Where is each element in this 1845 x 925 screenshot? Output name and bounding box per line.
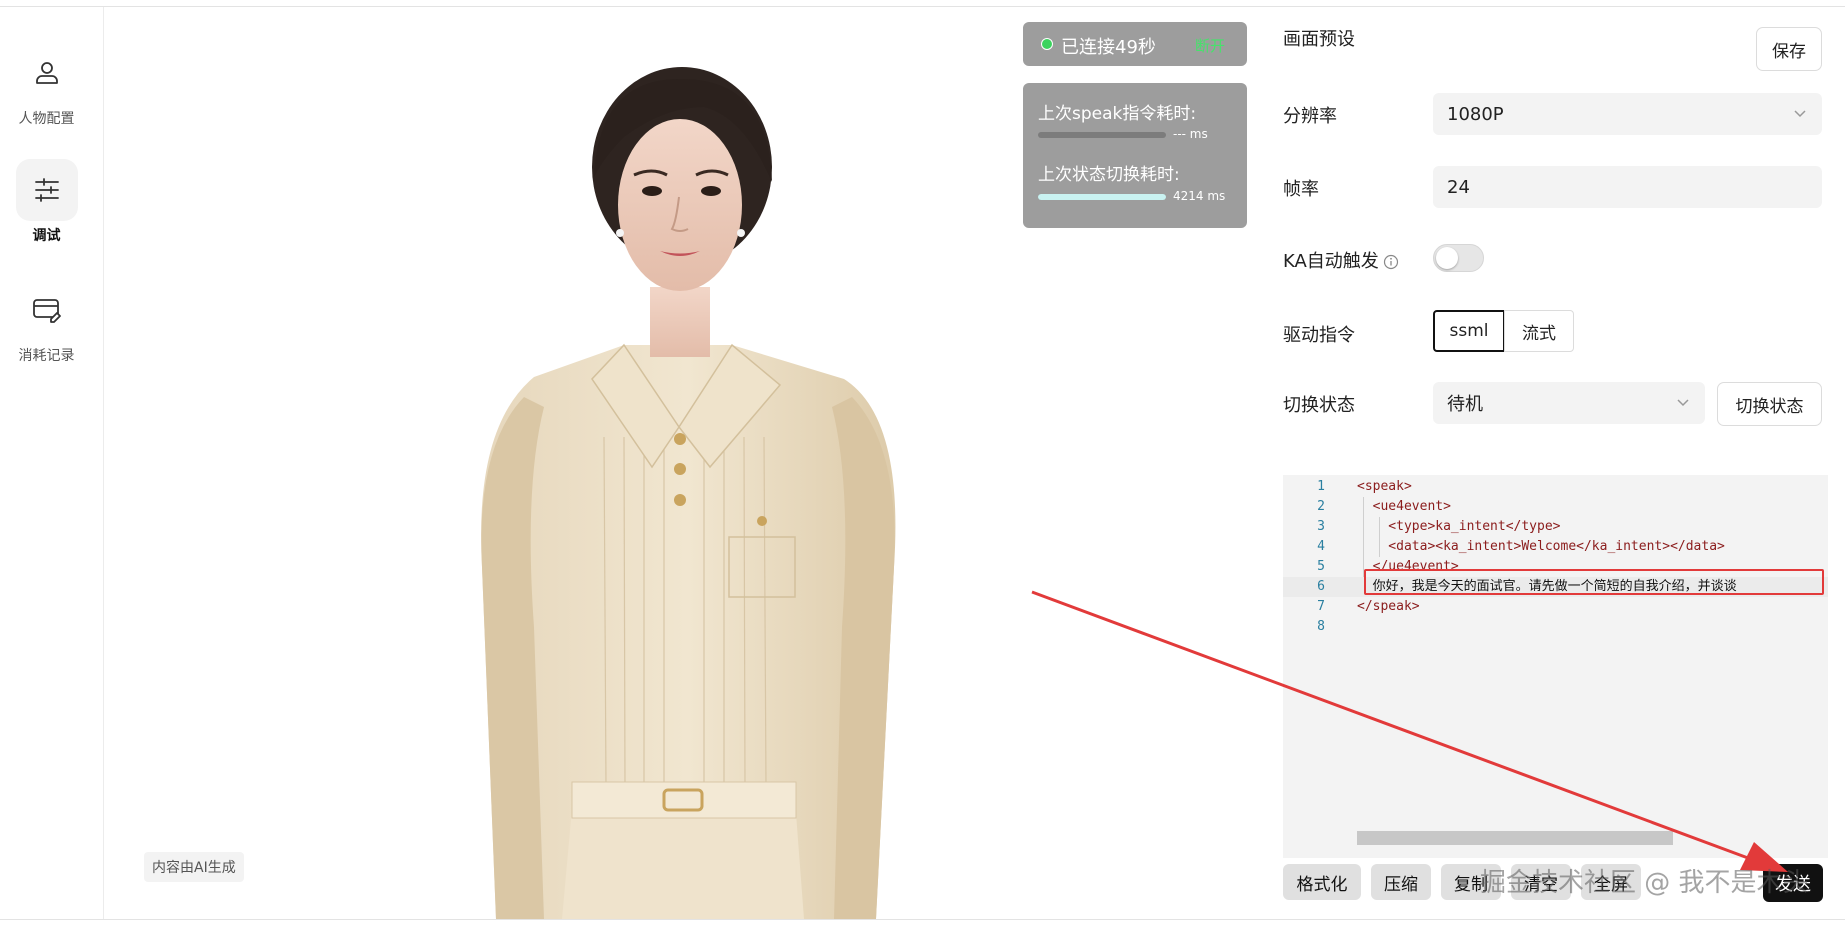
ssml-code-editor[interactable]: 1 <speak> 2 <ue4event> 3 <type>ka_intent<… (1283, 475, 1828, 858)
bottom-divider (0, 919, 1845, 920)
format-button[interactable]: 格式化 (1283, 864, 1361, 900)
state-value: 待机 (1447, 394, 1483, 415)
sidebar-item-label: 消耗记录 (18, 348, 75, 364)
settings-panel: 画面预设 保存 分辨率 1080P 帧率 24 KA自动触发 驱动指令 ssml… (1283, 7, 1828, 919)
ka-auto-trigger-toggle[interactable] (1433, 244, 1484, 272)
sidebar-item-usage-records[interactable]: 消耗记录 (0, 279, 93, 365)
code-line: 2 <ue4event> (1283, 497, 1828, 517)
resolution-label: 分辨率 (1283, 106, 1337, 127)
compress-button[interactable]: 压缩 (1371, 864, 1431, 900)
code-line: 7 </speak> (1317, 599, 1420, 614)
connection-status-card: 已连接49秒 断开 (1023, 22, 1247, 66)
code-line: 8 (1317, 619, 1325, 634)
save-button[interactable]: 保存 (1756, 27, 1822, 71)
code-line: 3 <type>ka_intent</type> (1283, 517, 1828, 537)
highlight-annotation-box (1364, 569, 1824, 595)
sidebar: 人物配置 调试 消耗记录 (0, 7, 104, 919)
switch-state-label: 切换状态 (1283, 395, 1355, 416)
drive-option-stream[interactable]: 流式 (1504, 310, 1574, 352)
card-edit-icon (16, 279, 78, 341)
watermark-text: 掘金技术社区 @ 我不是木头 (1480, 868, 1809, 898)
ai-generated-tag: 内容由AI生成 (144, 852, 244, 882)
resolution-value: 1080P (1447, 103, 1504, 125)
latency-metrics-card: 上次speak指令耗时: --- ms 上次状态切换耗时: 4214 ms (1023, 83, 1247, 228)
info-icon[interactable] (1383, 254, 1399, 270)
code-line: 1 <speak> (1317, 479, 1412, 494)
drive-command-label: 驱动指令 (1283, 325, 1355, 346)
switch-latency-bar (1038, 194, 1166, 200)
sidebar-item-character-config[interactable]: 人物配置 (0, 42, 93, 128)
code-line: 4 <data><ka_intent>Welcome</ka_intent></… (1283, 537, 1828, 557)
speak-latency-value: --- ms (1173, 127, 1208, 141)
framerate-input[interactable]: 24 (1433, 166, 1822, 208)
sidebar-item-label: 调试 (32, 228, 61, 244)
connection-status-text: 已连接49秒 (1061, 37, 1156, 58)
speak-latency-bar (1038, 132, 1166, 138)
sliders-icon (15, 159, 78, 221)
user-icon (16, 42, 78, 104)
disconnect-button[interactable]: 断开 (1195, 35, 1225, 56)
sidebar-item-debug[interactable]: 调试 (0, 159, 93, 245)
drive-option-ssml[interactable]: ssml (1433, 310, 1505, 352)
state-select[interactable]: 待机 (1433, 382, 1705, 424)
switch-latency-value: 4214 ms (1173, 189, 1226, 203)
connected-indicator-icon (1041, 38, 1053, 50)
speak-latency-label: 上次speak指令耗时: (1038, 104, 1197, 124)
chevron-down-icon (1677, 399, 1689, 407)
preset-title: 画面预设 (1283, 29, 1355, 50)
sidebar-item-label: 人物配置 (18, 111, 75, 127)
switch-latency-label: 上次状态切换耗时: (1038, 165, 1180, 185)
horizontal-scrollbar[interactable] (1357, 831, 1673, 845)
framerate-label: 帧率 (1283, 179, 1319, 200)
ka-auto-trigger-label: KA自动触发 (1283, 247, 1399, 273)
switch-state-button[interactable]: 切换状态 (1717, 382, 1822, 426)
ka-auto-trigger-text: KA自动触发 (1283, 251, 1379, 272)
resolution-select[interactable]: 1080P (1433, 93, 1822, 135)
chevron-down-icon (1794, 110, 1806, 118)
